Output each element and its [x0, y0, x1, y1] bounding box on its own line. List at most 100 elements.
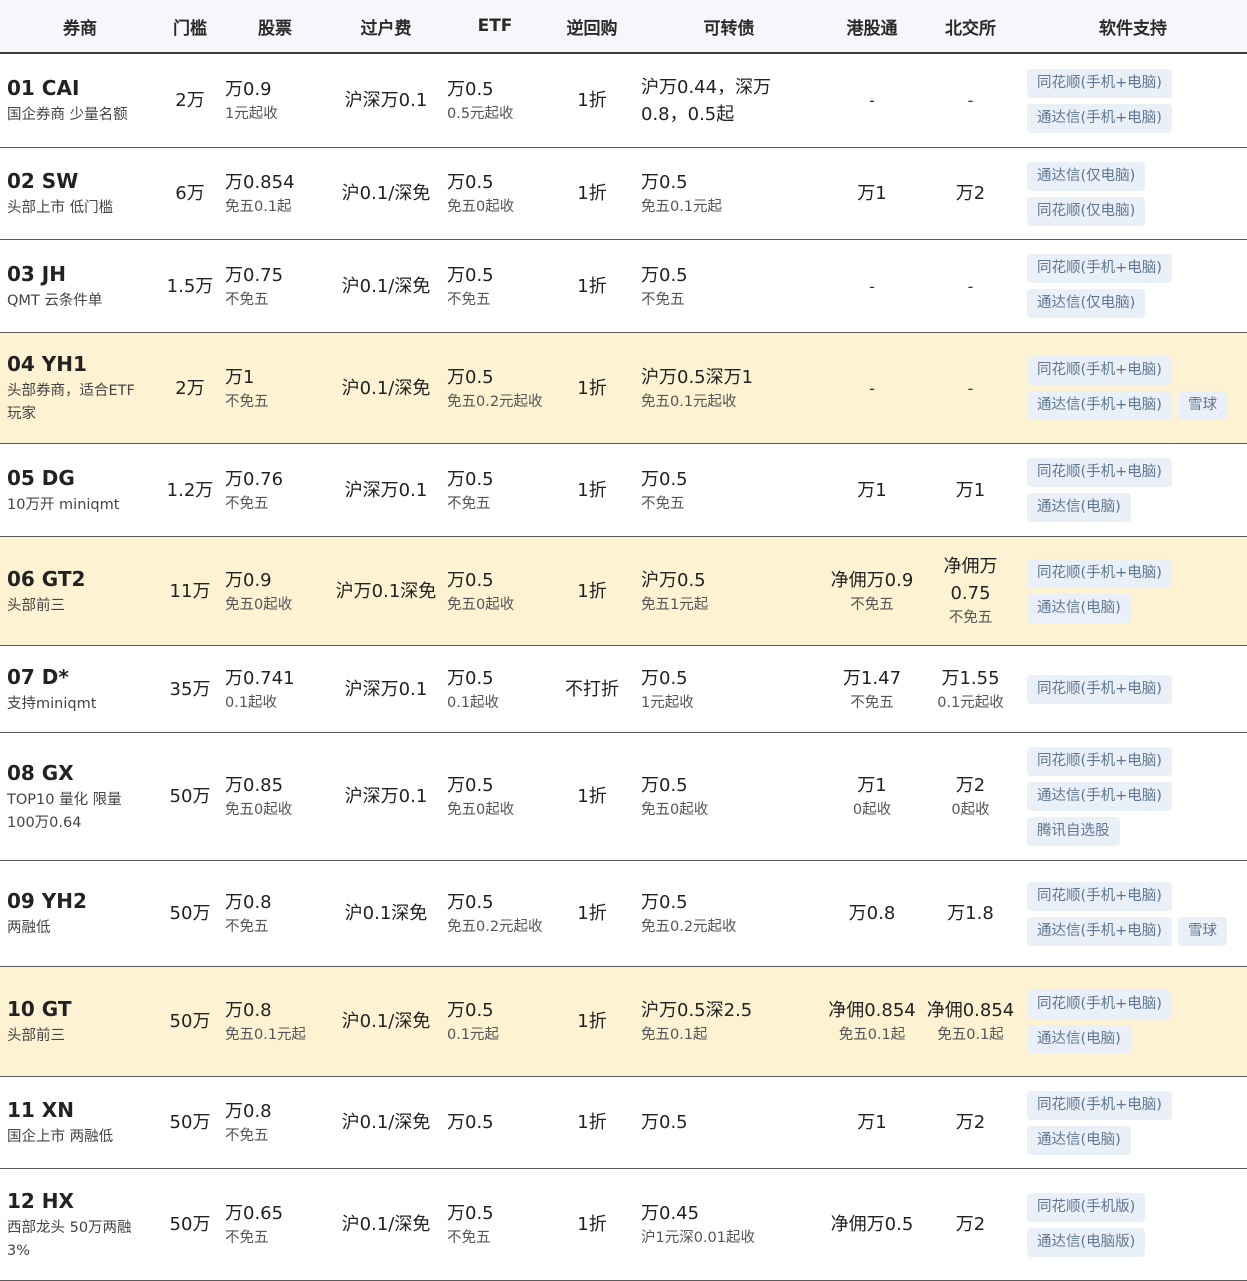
hk-cell: 净佣万0.5	[822, 1169, 922, 1280]
stock-cell: 万0.9 免五0起收	[220, 537, 330, 645]
etf-cell: 万0.5	[442, 1077, 548, 1168]
etf-fee-note: 免五0.2元起收	[447, 919, 543, 935]
threshold-value: 2万	[175, 377, 205, 399]
cb-fee-note: 不免五	[641, 291, 685, 308]
repo-cell: 1折	[548, 967, 636, 1076]
etf-fee-value: 万0.5	[447, 79, 494, 100]
header-bse: 北交所	[945, 18, 996, 39]
stock-fee-note: 免五0起收	[225, 802, 293, 818]
hk-cell: 万0.8	[822, 861, 922, 966]
etf-cell: 万0.5 免五0.2元起收	[442, 333, 548, 443]
threshold-cell: 50万	[160, 967, 220, 1076]
repo-value: 1折	[577, 479, 607, 501]
table-row: 10 GT 头部前三 50万 万0.8 免五0.1元起 沪0.1/深免 万0.5 0.1元起 1…	[0, 967, 1247, 1077]
software-tag: 通达信(电脑)	[1027, 594, 1131, 623]
software-cell: 同花顺(手机+电脑)	[1019, 646, 1247, 732]
etf-cell: 万0.5 免五0.2元起收	[442, 861, 548, 966]
bj-cell: 万2	[922, 1169, 1019, 1280]
software-tag: 腾讯自选股	[1027, 817, 1120, 846]
cb-cell: 万0.45 沪1元深0.01起收	[636, 1169, 822, 1280]
table-row: 09 YH2 两融低 50万 万0.8 不免五 沪0.1深免 万0.5 免五0.2元起收 1折万…	[0, 861, 1247, 967]
stock-cell: 万0.8 不免五	[220, 861, 330, 966]
stock-fee-value: 万0.9	[225, 79, 272, 100]
transfer-fee-value: 沪深万0.1	[344, 786, 428, 807]
threshold-cell: 6万	[160, 148, 220, 239]
stock-fee-value: 万0.9	[225, 569, 272, 591]
hk-fee-note: 不免五	[850, 596, 894, 613]
broker-desc: 头部前三	[7, 1028, 65, 1044]
stock-fee-value: 万0.854	[225, 172, 295, 193]
table-row: 04 YH1 头部券商，适合ETF玩家 2万 万1 不免五 沪0.1/深免 万0.5 免五0.…	[0, 333, 1247, 444]
transfer-fee-value: 沪0.1/深免	[341, 1214, 431, 1235]
stock-fee-note: 不免五	[225, 291, 269, 308]
table-row: 01 CAI 国企券商 少量名额 2万 万0.9 1元起收 沪深万0.1 万0.5 0.5元起…	[0, 54, 1247, 148]
cb-fee-note: 沪1元深0.01起收	[641, 1230, 756, 1246]
header-etf: ETF	[477, 16, 513, 36]
hk-fee-value: 万1	[857, 479, 887, 501]
software-tag: 同花顺(手机+电脑)	[1027, 559, 1172, 588]
stock-cell: 万0.65 不免五	[220, 1169, 330, 1280]
cb-fee-value: 万0.5	[641, 1112, 688, 1133]
hk-cell: -	[822, 54, 922, 147]
broker-cell: 12 HX 西部龙头 50万两融3%	[0, 1169, 160, 1280]
etf-fee-value: 万0.5	[447, 1112, 494, 1133]
repo-value: 1折	[577, 580, 607, 602]
cb-cell: 万0.5 免五0.1元起	[636, 148, 822, 239]
broker-cell: 08 GX TOP10 量化 限量100万0.64	[0, 733, 160, 860]
stock-fee-value: 万0.76	[225, 468, 284, 490]
broker-cell: 05 DG 10万开 miniqmt	[0, 444, 160, 536]
hk-fee-value: 万1	[857, 183, 887, 204]
broker-comparison-table: 券商 门槛 股票 过户费 ETF 逆回购 可转债 港股通 北交所 软件支持 01…	[0, 0, 1247, 1281]
software-cell: 同花顺(手机+电脑) 通达信(电脑)	[1019, 537, 1247, 645]
etf-fee-value: 万0.5	[447, 775, 494, 796]
software-tag: 通达信(仅电脑)	[1027, 289, 1146, 318]
threshold-cell: 50万	[160, 861, 220, 966]
stock-cell: 万0.75 不免五	[220, 240, 330, 332]
transfer-cell: 沪深万0.1	[330, 444, 442, 536]
cb-fee-note: 1元起收	[641, 694, 694, 711]
software-tag: 雪球	[1177, 916, 1227, 946]
etf-fee-value: 万0.5	[447, 264, 494, 286]
header-threshold: 门槛	[173, 18, 207, 39]
etf-fee-note: 0.1起收	[447, 694, 500, 711]
stock-cell: 万0.9 1元起收	[220, 54, 330, 147]
cb-cell: 沪万0.44，深万0.8，0.5起	[636, 54, 822, 147]
cb-fee-note: 免五0起收	[641, 802, 709, 818]
bj-fee-note: 0起收	[951, 802, 990, 818]
repo-value: 1折	[577, 1214, 607, 1235]
threshold-value: 1.2万	[166, 479, 214, 501]
hk-cell: 净佣0.854 免五0.1起	[822, 967, 922, 1076]
etf-cell: 万0.5 0.1元起	[442, 967, 548, 1076]
broker-desc: 两融低	[7, 920, 51, 936]
hk-fee-dash: -	[869, 276, 875, 296]
cb-fee-value: 万0.5	[641, 264, 688, 286]
software-tag: 通达信(手机+电脑)	[1027, 916, 1172, 946]
software-cell: 同花顺(手机版) 通达信(电脑版)	[1019, 1169, 1247, 1280]
broker-cell: 07 D* 支持miniqmt	[0, 646, 160, 732]
transfer-fee-value: 沪0.1/深免	[341, 183, 431, 204]
repo-cell: 1折	[548, 1077, 636, 1168]
repo-value: 1折	[577, 90, 607, 111]
bj-fee-value: 净佣0.854	[926, 1000, 1015, 1021]
hk-fee-note: 免五0.1起	[838, 1027, 906, 1043]
header-hk-connect: 港股通	[846, 18, 898, 39]
cb-fee-value: 沪万0.44，深万0.8，0.5起	[641, 76, 772, 125]
broker-name: 12 HX	[7, 1188, 74, 1213]
repo-cell: 1折	[548, 333, 636, 443]
hk-fee-value: 净佣万0.5	[830, 1214, 914, 1235]
etf-cell: 万0.5 免五0起收	[442, 537, 548, 645]
threshold-cell: 11万	[160, 537, 220, 645]
stock-fee-value: 万0.65	[225, 1203, 284, 1224]
broker-cell: 02 SW 头部上市 低门槛	[0, 148, 160, 239]
transfer-cell: 沪0.1/深免	[330, 148, 442, 239]
repo-value: 1折	[577, 1112, 607, 1133]
cb-fee-note: 免五1元起	[641, 596, 709, 613]
stock-fee-note: 1元起收	[225, 106, 278, 122]
software-tag: 同花顺(手机版)	[1027, 1192, 1146, 1222]
broker-desc: 国企上市 两融低	[7, 1129, 114, 1145]
stock-cell: 万0.76 不免五	[220, 444, 330, 536]
broker-cell: 11 XN 国企上市 两融低	[0, 1077, 160, 1168]
software-tag: 通达信(电脑版)	[1027, 1227, 1146, 1257]
broker-desc: 头部券商，适合ETF玩家	[7, 383, 135, 422]
transfer-cell: 沪0.1/深免	[330, 333, 442, 443]
